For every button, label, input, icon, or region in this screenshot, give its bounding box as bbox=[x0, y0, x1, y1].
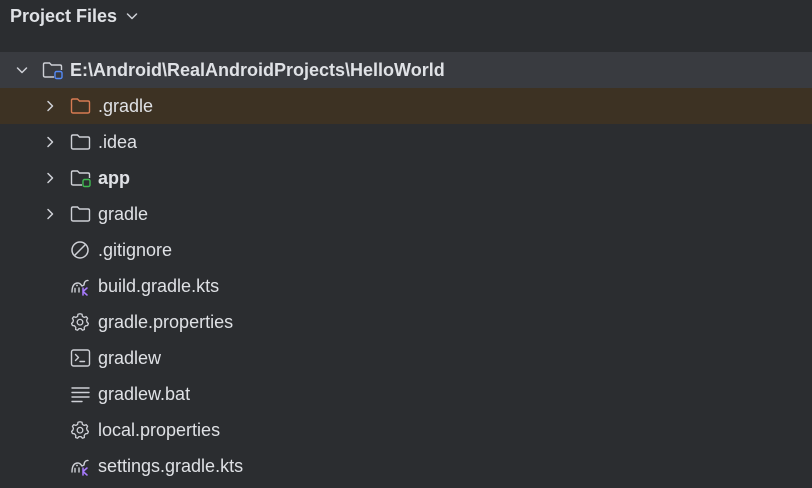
tree-item-label: settings.gradle.kts bbox=[98, 456, 244, 476]
tree-row-gradlew-bat[interactable]: gradlew.bat bbox=[0, 376, 812, 412]
chevron-right-icon[interactable] bbox=[42, 134, 58, 150]
folder-icon bbox=[70, 134, 91, 150]
project-root-folder-icon bbox=[42, 62, 63, 80]
folder-icon bbox=[70, 206, 91, 222]
tree-item-label: gradle.properties bbox=[98, 312, 234, 332]
tree-row-root[interactable]: E:\Android\RealAndroidProjects\HelloWorl… bbox=[0, 52, 812, 88]
project-files-panel: Project Files E:\Android\RealAndroidProj… bbox=[0, 0, 812, 488]
chevron-right-icon[interactable] bbox=[42, 206, 58, 222]
project-tree: E:\Android\RealAndroidProjects\HelloWorl… bbox=[0, 52, 812, 484]
tree-row-gradlew[interactable]: gradlew bbox=[0, 340, 812, 376]
module-folder-icon bbox=[70, 170, 91, 188]
tree-row-app[interactable]: app bbox=[0, 160, 812, 196]
tree-item-label: gradlew bbox=[98, 348, 162, 368]
gear-icon bbox=[70, 313, 90, 331]
tree-item-label: .gradle bbox=[98, 96, 154, 116]
tree-item-label: app bbox=[98, 168, 131, 188]
chevron-right-icon[interactable] bbox=[42, 98, 58, 114]
tree-row-build-gradle-kts[interactable]: build.gradle.kts bbox=[0, 268, 812, 304]
tree-root-label: E:\Android\RealAndroidProjects\HelloWorl… bbox=[70, 60, 445, 80]
chevron-down-icon[interactable] bbox=[14, 62, 30, 78]
tree-row-dot-idea[interactable]: .idea bbox=[0, 124, 812, 160]
chevron-right-icon[interactable] bbox=[42, 170, 58, 186]
tree-row-dot-gradle[interactable]: .gradle bbox=[0, 88, 812, 124]
gradle-kotlin-icon bbox=[71, 459, 89, 476]
tree-item-label: local.properties bbox=[98, 420, 221, 440]
gradle-kotlin-icon bbox=[71, 279, 89, 296]
tree-item-label: .idea bbox=[98, 132, 138, 152]
tree-row-gradle[interactable]: gradle bbox=[0, 196, 812, 232]
tree-row-gradle-properties[interactable]: gradle.properties bbox=[0, 304, 812, 340]
folder-excluded-icon bbox=[70, 98, 91, 114]
gear-icon bbox=[70, 421, 90, 439]
tree-item-label: gradle bbox=[98, 204, 149, 224]
text-file-icon bbox=[71, 387, 90, 403]
tree-item-label: gradlew.bat bbox=[98, 384, 191, 404]
chevron-down-icon[interactable] bbox=[124, 8, 140, 24]
tree-row-settings-gradle-kts[interactable]: settings.gradle.kts bbox=[0, 448, 812, 484]
panel-header: Project Files bbox=[0, 0, 812, 34]
tree-row-gitignore[interactable]: .gitignore bbox=[0, 232, 812, 268]
panel-title[interactable]: Project Files bbox=[10, 5, 117, 27]
tree-row-local-properties[interactable]: local.properties bbox=[0, 412, 812, 448]
terminal-icon bbox=[70, 349, 91, 367]
tree-item-label: build.gradle.kts bbox=[98, 276, 220, 296]
ignore-file-icon bbox=[71, 241, 89, 259]
tree-item-label: .gitignore bbox=[98, 240, 173, 260]
